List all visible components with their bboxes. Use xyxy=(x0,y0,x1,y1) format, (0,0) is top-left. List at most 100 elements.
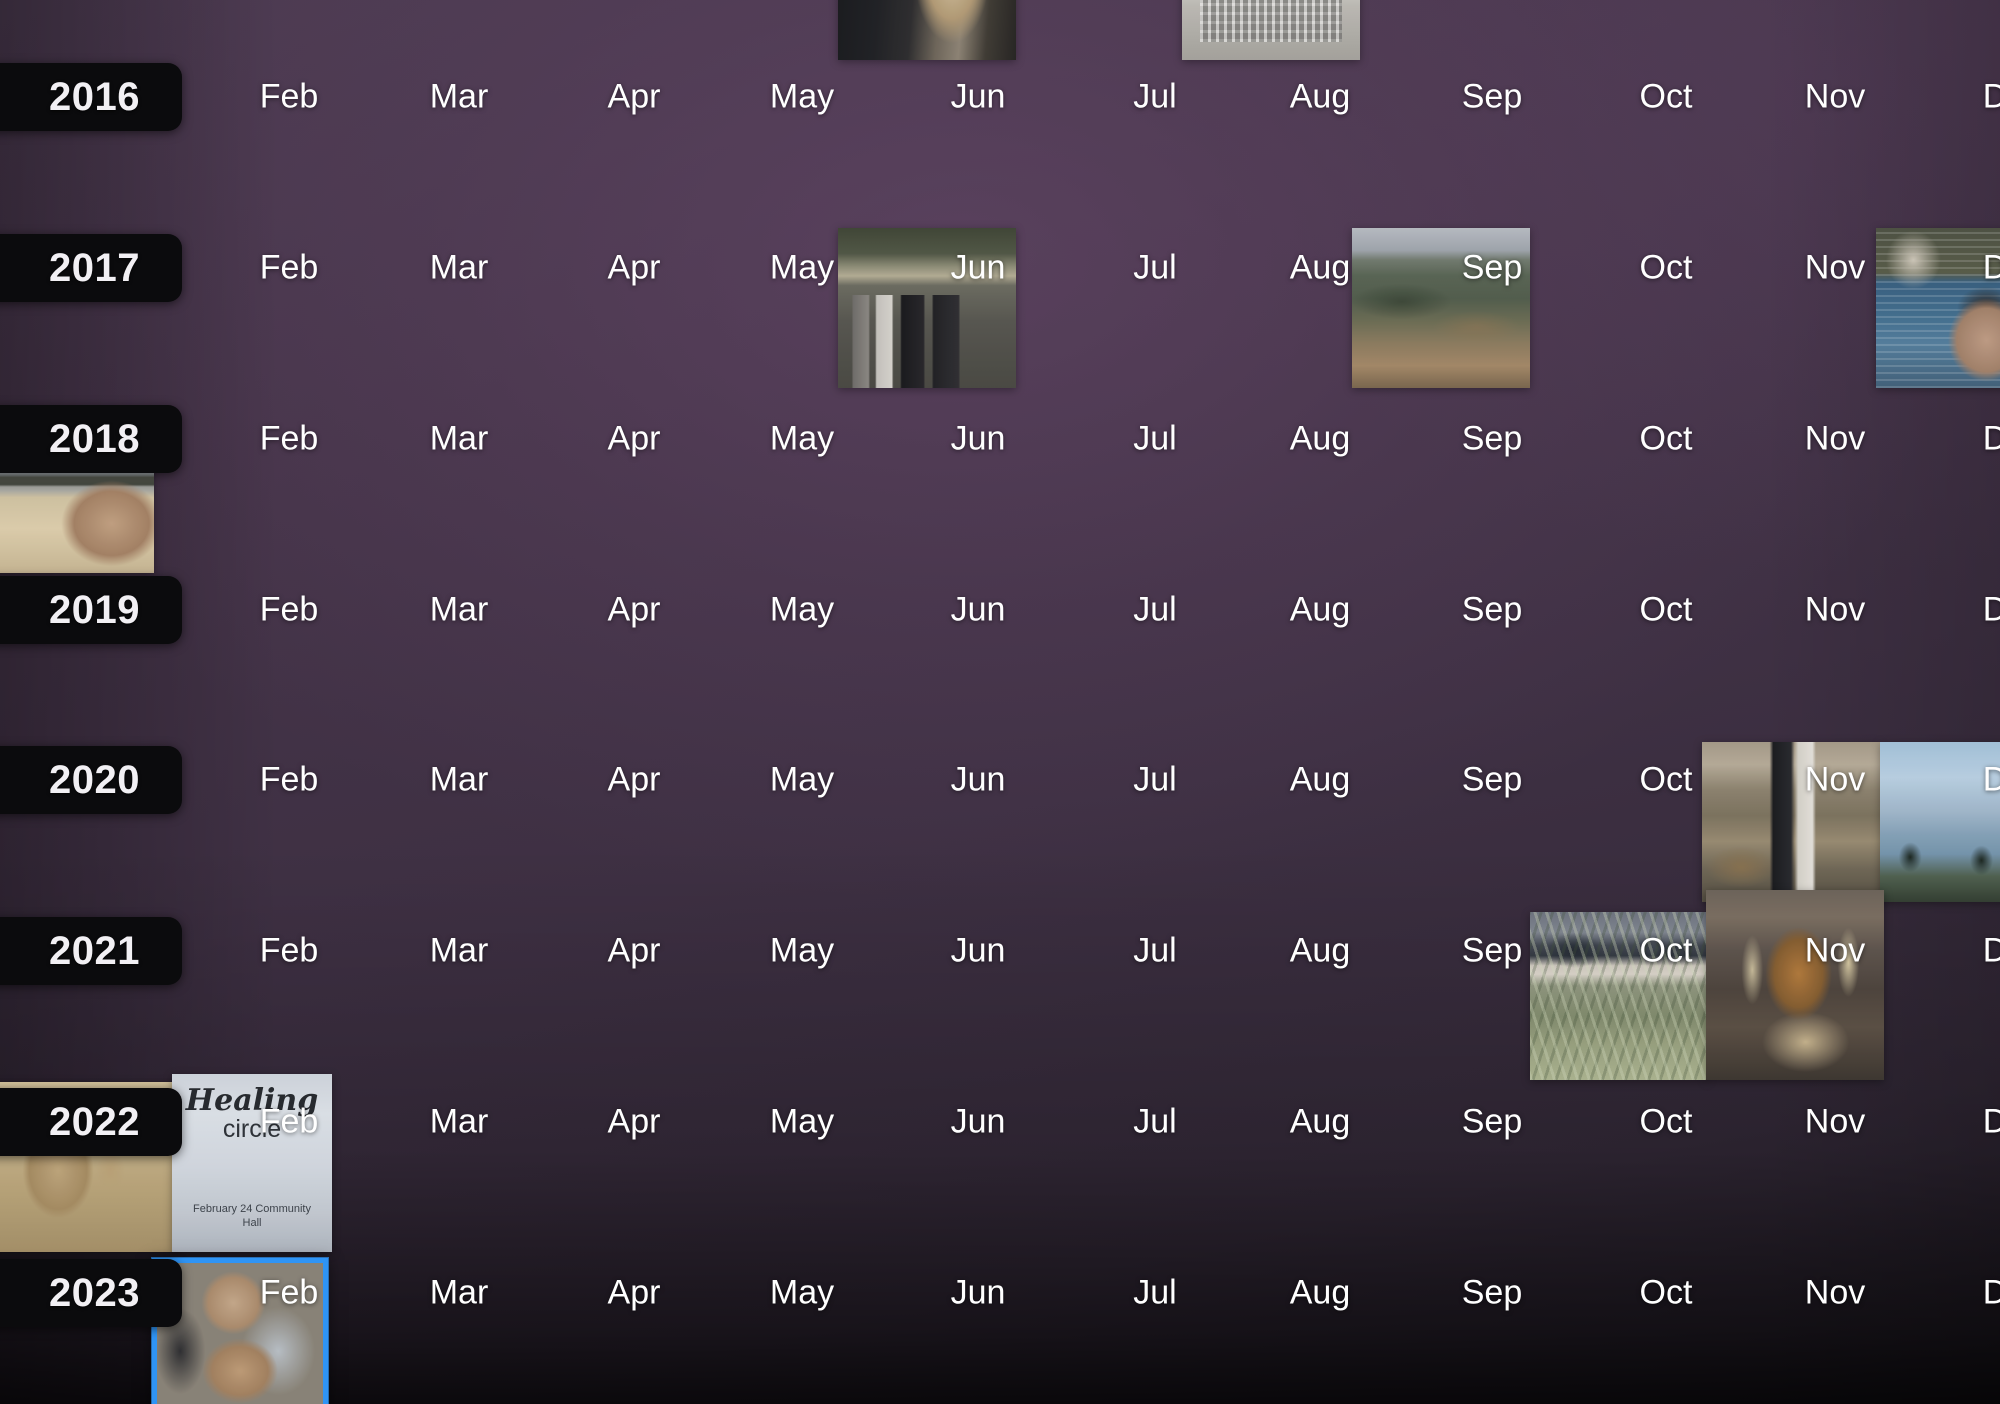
month-label-nov[interactable]: Nov xyxy=(1805,591,1865,630)
month-label-oct[interactable]: Oct xyxy=(1640,78,1693,117)
month-label-oct[interactable]: Oct xyxy=(1640,932,1693,971)
month-label-dec[interactable]: D xyxy=(1983,591,2000,630)
month-label-jun[interactable]: Jun xyxy=(951,249,1006,288)
month-label-jun[interactable]: Jun xyxy=(951,78,1006,117)
month-label-mar[interactable]: Mar xyxy=(430,761,489,800)
month-label-oct[interactable]: Oct xyxy=(1640,1103,1693,1142)
month-label-sep[interactable]: Sep xyxy=(1462,1103,1523,1142)
year-pill-2016[interactable]: 2016 xyxy=(0,63,182,131)
month-label-may[interactable]: May xyxy=(770,1103,834,1142)
photo-healing-circle-flyer[interactable]: Healing circle February 24 Community Hal… xyxy=(172,1074,332,1252)
month-label-nov[interactable]: Nov xyxy=(1805,1274,1865,1313)
month-label-aug[interactable]: Aug xyxy=(1290,78,1351,117)
month-label-aug[interactable]: Aug xyxy=(1290,420,1351,459)
month-label-aug[interactable]: Aug xyxy=(1290,591,1351,630)
month-label-may[interactable]: May xyxy=(770,761,834,800)
month-label-aug[interactable]: Aug xyxy=(1290,932,1351,971)
month-label-jun[interactable]: Jun xyxy=(951,420,1006,459)
month-label-oct[interactable]: Oct xyxy=(1640,249,1693,288)
month-label-sep[interactable]: Sep xyxy=(1462,78,1523,117)
year-pill-2023[interactable]: 2023 xyxy=(0,1259,182,1327)
month-label-jun[interactable]: Jun xyxy=(951,932,1006,971)
month-label-apr[interactable]: Apr xyxy=(608,1274,661,1313)
month-label-nov[interactable]: Nov xyxy=(1805,761,1865,800)
photo-decorated-altar-ofrenda[interactable] xyxy=(1706,890,1884,1080)
month-label-apr[interactable]: Apr xyxy=(608,78,661,117)
month-label-apr[interactable]: Apr xyxy=(608,1103,661,1142)
month-label-oct[interactable]: Oct xyxy=(1640,591,1693,630)
month-label-sep[interactable]: Sep xyxy=(1462,1274,1523,1313)
month-label-dec[interactable]: D xyxy=(1983,932,2000,971)
month-label-apr[interactable]: Apr xyxy=(608,761,661,800)
month-label-mar[interactable]: Mar xyxy=(430,1103,489,1142)
month-label-mar[interactable]: Mar xyxy=(430,591,489,630)
month-label-dec[interactable]: D xyxy=(1983,1103,2000,1142)
month-label-nov[interactable]: Nov xyxy=(1805,78,1865,117)
month-label-apr[interactable]: Apr xyxy=(608,420,661,459)
month-label-sep[interactable]: Sep xyxy=(1462,249,1523,288)
month-label-nov[interactable]: Nov xyxy=(1805,1103,1865,1142)
month-label-feb[interactable]: Feb xyxy=(260,761,319,800)
month-label-feb[interactable]: Feb xyxy=(260,1274,319,1313)
month-label-jun[interactable]: Jun xyxy=(951,1103,1006,1142)
photo-portrait-by-the-water[interactable] xyxy=(1876,228,2000,388)
month-label-apr[interactable]: Apr xyxy=(608,591,661,630)
month-label-apr[interactable]: Apr xyxy=(608,932,661,971)
month-label-may[interactable]: May xyxy=(770,591,834,630)
month-label-feb[interactable]: Feb xyxy=(260,78,319,117)
month-label-feb[interactable]: Feb xyxy=(260,1103,319,1142)
month-label-mar[interactable]: Mar xyxy=(430,78,489,117)
month-label-dec[interactable]: D xyxy=(1983,1274,2000,1313)
month-label-nov[interactable]: Nov xyxy=(1805,249,1865,288)
month-label-jun[interactable]: Jun xyxy=(951,1274,1006,1313)
month-label-feb[interactable]: Feb xyxy=(260,591,319,630)
month-label-oct[interactable]: Oct xyxy=(1640,420,1693,459)
month-label-may[interactable]: May xyxy=(770,78,834,117)
month-label-mar[interactable]: Mar xyxy=(430,420,489,459)
year-pill-2019[interactable]: 2019 xyxy=(0,576,182,644)
month-label-may[interactable]: May xyxy=(770,249,834,288)
month-label-sep[interactable]: Sep xyxy=(1462,420,1523,459)
month-label-may[interactable]: May xyxy=(770,932,834,971)
month-label-dec[interactable]: D xyxy=(1983,761,2000,800)
month-label-aug[interactable]: Aug xyxy=(1290,1103,1351,1142)
month-label-jun[interactable]: Jun xyxy=(951,761,1006,800)
photo-people-in-dark-suits[interactable] xyxy=(838,0,1016,60)
month-label-apr[interactable]: Apr xyxy=(608,249,661,288)
month-label-sep[interactable]: Sep xyxy=(1462,932,1523,971)
month-label-feb[interactable]: Feb xyxy=(260,249,319,288)
month-label-may[interactable]: May xyxy=(770,420,834,459)
month-label-dec[interactable]: D xyxy=(1983,78,2000,117)
month-label-mar[interactable]: Mar xyxy=(430,1274,489,1313)
month-label-aug[interactable]: Aug xyxy=(1290,249,1351,288)
month-label-aug[interactable]: Aug xyxy=(1290,761,1351,800)
month-label-jul[interactable]: Jul xyxy=(1133,1103,1176,1142)
month-label-sep[interactable]: Sep xyxy=(1462,761,1523,800)
year-pill-2018[interactable]: 2018 xyxy=(0,405,182,473)
month-label-nov[interactable]: Nov xyxy=(1805,420,1865,459)
month-label-sep[interactable]: Sep xyxy=(1462,591,1523,630)
month-label-jul[interactable]: Jul xyxy=(1133,932,1176,971)
year-pill-2017[interactable]: 2017 xyxy=(0,234,182,302)
month-label-jul[interactable]: Jul xyxy=(1133,249,1176,288)
month-label-mar[interactable]: Mar xyxy=(430,249,489,288)
year-pill-2021[interactable]: 2021 xyxy=(0,917,182,985)
month-label-jun[interactable]: Jun xyxy=(951,591,1006,630)
month-label-feb[interactable]: Feb xyxy=(260,420,319,459)
month-label-jul[interactable]: Jul xyxy=(1133,420,1176,459)
month-label-jul[interactable]: Jul xyxy=(1133,78,1176,117)
month-label-jul[interactable]: Jul xyxy=(1133,761,1176,800)
month-label-dec[interactable]: D xyxy=(1983,249,2000,288)
month-label-oct[interactable]: Oct xyxy=(1640,1274,1693,1313)
year-pill-2022[interactable]: 2022 xyxy=(0,1088,182,1156)
month-label-oct[interactable]: Oct xyxy=(1640,761,1693,800)
month-label-mar[interactable]: Mar xyxy=(430,932,489,971)
month-label-feb[interactable]: Feb xyxy=(260,932,319,971)
month-label-jul[interactable]: Jul xyxy=(1133,1274,1176,1313)
month-label-may[interactable]: May xyxy=(770,1274,834,1313)
month-label-jul[interactable]: Jul xyxy=(1133,591,1176,630)
photo-white-building-courtyard[interactable] xyxy=(1182,0,1360,60)
month-label-nov[interactable]: Nov xyxy=(1805,932,1865,971)
month-label-dec[interactable]: D xyxy=(1983,420,2000,459)
year-pill-2020[interactable]: 2020 xyxy=(0,746,182,814)
